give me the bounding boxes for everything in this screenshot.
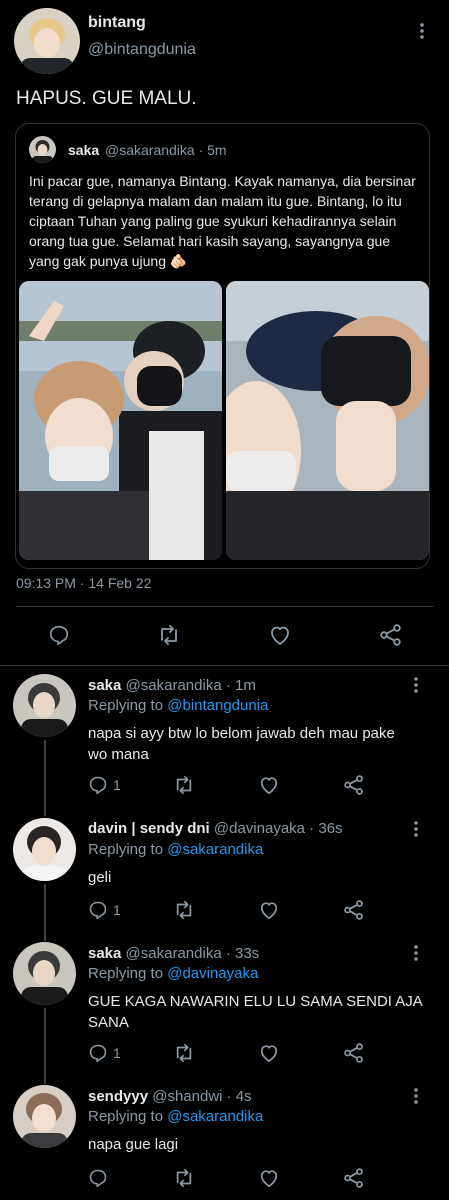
more-vertical-icon[interactable]	[416, 22, 428, 40]
retweet-icon[interactable]	[173, 1168, 195, 1188]
retweet-icon[interactable]	[173, 775, 195, 795]
retweet-icon[interactable]	[173, 1043, 195, 1063]
more-vertical-icon[interactable]	[410, 944, 422, 962]
quoted-photo-1[interactable]	[19, 281, 222, 560]
tweet-text: HAPUS. GUE MALU.	[16, 88, 197, 109]
thread-line	[44, 740, 46, 816]
reply-text: napa gue lagi	[88, 1136, 179, 1153]
comment-icon[interactable]	[48, 624, 70, 646]
thread-line	[44, 1008, 46, 1084]
avatar[interactable]	[13, 942, 76, 1005]
display-name[interactable]: davin | sendy dni	[88, 820, 210, 837]
section-divider	[0, 665, 449, 666]
replying-to-link[interactable]: @bintangdunia	[167, 697, 268, 714]
replying-to-link[interactable]: @sakarandika	[167, 841, 263, 858]
replying-to-link[interactable]: @davinayaka	[167, 965, 258, 982]
comment-icon[interactable]	[88, 775, 108, 795]
share-icon[interactable]	[343, 900, 365, 920]
share-icon[interactable]	[343, 1168, 365, 1188]
comment-icon[interactable]	[88, 1168, 108, 1188]
retweet-icon[interactable]	[173, 900, 195, 920]
username-time[interactable]: @shandwi · 4s	[152, 1088, 251, 1105]
replying-to-link[interactable]: @sakarandika	[167, 1108, 263, 1125]
quoted-handle-time: @sakarandika · 5m	[105, 142, 227, 158]
share-icon[interactable]	[343, 1043, 365, 1063]
quoted-photo-2[interactable]	[226, 281, 429, 560]
replying-label: Replying to	[88, 1108, 164, 1125]
display-name[interactable]: bintang	[88, 14, 146, 32]
replying-label: Replying to	[88, 697, 164, 714]
share-icon[interactable]	[379, 624, 403, 646]
username-time[interactable]: @sakarandika · 1m	[126, 677, 256, 694]
username-time[interactable]: @davinayaka · 36s	[214, 820, 343, 837]
more-vertical-icon[interactable]	[410, 1087, 422, 1105]
more-vertical-icon[interactable]	[410, 820, 422, 838]
reply-count: 1	[113, 777, 121, 793]
reply-text: geli	[88, 869, 112, 886]
heart-icon[interactable]	[258, 900, 280, 920]
replying-label: Replying to	[88, 965, 164, 982]
share-icon[interactable]	[343, 775, 365, 795]
reply-count: 1	[113, 902, 121, 918]
quoted-display-name: saka	[68, 142, 100, 158]
avatar	[29, 136, 56, 163]
reply-text: GUE KAGA NAWARIN ELU LU SAMA SENDI AJA S…	[88, 993, 422, 1031]
heart-icon[interactable]	[258, 1043, 280, 1063]
tweet-timestamp[interactable]: 09:13 PM · 14 Feb 22	[16, 575, 151, 591]
username[interactable]: @bintangdunia	[88, 41, 196, 59]
display-name[interactable]: sendyyy	[88, 1088, 148, 1105]
heart-icon[interactable]	[258, 1168, 280, 1188]
avatar[interactable]	[14, 8, 80, 74]
comment-icon[interactable]	[88, 900, 108, 920]
display-name[interactable]: saka	[88, 945, 121, 962]
reply-text: napa si ayy btw lo belom jawab deh mau p…	[88, 725, 395, 763]
username-time[interactable]: @sakarandika · 33s	[126, 945, 260, 962]
thread-line	[44, 884, 46, 941]
quoted-tweet[interactable]: saka @sakarandika · 5m Ini pacar gue, na…	[15, 123, 430, 569]
quoted-text: Ini pacar gue, namanya Bintang. Kayak na…	[29, 173, 416, 269]
retweet-icon[interactable]	[157, 624, 181, 646]
replying-label: Replying to	[88, 841, 164, 858]
more-vertical-icon[interactable]	[410, 676, 422, 694]
avatar[interactable]	[13, 1085, 76, 1148]
display-name[interactable]: saka	[88, 677, 121, 694]
avatar[interactable]	[13, 818, 76, 881]
heart-icon[interactable]	[268, 624, 292, 646]
heart-icon[interactable]	[258, 775, 280, 795]
divider	[16, 606, 434, 607]
reply-count: 1	[113, 1045, 121, 1061]
avatar[interactable]	[13, 674, 76, 737]
comment-icon[interactable]	[88, 1043, 108, 1063]
